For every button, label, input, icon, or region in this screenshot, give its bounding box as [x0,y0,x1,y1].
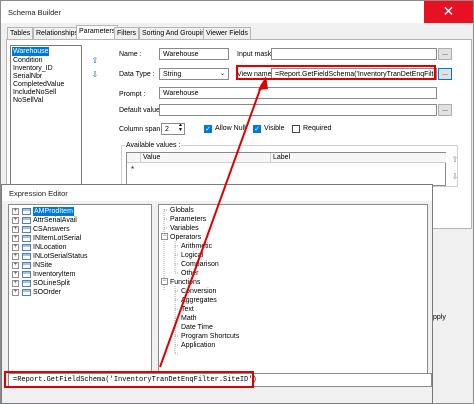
tree-item-csanswers[interactable]: CSAnswers [33,225,70,234]
allow-null-label: Allow Null [215,125,246,132]
tree-item-amproditem[interactable]: AMProdItem [33,207,74,216]
move-up-icon[interactable]: ⇧ [89,55,101,67]
expand-icon[interactable]: + [12,235,19,242]
value-up-icon[interactable]: ⇧ [449,154,461,166]
tree-item-operators[interactable]: Operators [170,233,201,242]
expand-icon[interactable]: + [12,208,19,215]
grid-corner [127,153,141,163]
default-value-label: Default value : [119,107,164,114]
functions-tree[interactable]: − − Globals Parameters Variables Operato… [158,204,428,378]
tables-tree[interactable]: + AMProdItem + AttrSerialAvail + CSAnswe… [8,204,152,378]
tree-item-application[interactable]: Application [181,341,215,350]
default-value-browse-button[interactable]: ... [438,104,452,116]
name-label: Name : [119,51,142,58]
expand-icon[interactable]: + [12,217,19,224]
spin-arrows-icon[interactable]: ▲ ▼ [178,124,183,133]
column-span-value: 2 [165,126,169,133]
expand-icon[interactable]: + [12,226,19,233]
tree-item-aggregates[interactable]: Aggregates [181,296,217,305]
prompt-label: Prompt : [119,91,146,98]
prompt-input[interactable]: Warehouse [159,87,437,99]
tab-parameters[interactable]: Parameters [76,25,119,40]
tree-item-math[interactable]: Math [181,314,197,323]
tree-item-text[interactable]: Text [181,305,194,314]
available-values-label: Available values : [125,142,182,149]
tree-item-date-time[interactable]: Date Time [181,323,213,332]
table-icon [22,217,31,224]
parameter-list[interactable]: Warehouse Condition Inventory_ID SerialN… [10,45,82,185]
table-icon [22,280,31,287]
data-type-value: String [163,71,182,78]
column-span-stepper[interactable]: 2 ▲ ▼ [161,123,185,135]
table-icon [22,226,31,233]
table-icon [22,262,31,269]
data-type-label: Data Type : [119,71,155,78]
expression-editor-title: Expression Editor [9,189,68,198]
tree-item-inventoryitem[interactable]: InventoryItem [33,270,75,279]
tree-item-solinesplit[interactable]: SOLineSplit [33,279,70,288]
label-column-header[interactable]: Label [271,153,446,163]
schema-builder-titlebar: Schema Builder ✕ [1,1,473,23]
annotation-highlight-expression [4,371,254,388]
tree-item-inlotserialstatus[interactable]: INLotSerialStatus [33,252,87,261]
table-icon [22,253,31,260]
tree-item-initemlotserial[interactable]: INItemLotSerial [33,234,81,243]
tree-item-parameters[interactable]: Parameters [170,215,206,224]
view-name-browse-button[interactable]: ... [438,68,452,80]
close-button[interactable]: ✕ [424,1,473,23]
data-type-select[interactable]: String ⌄ [159,68,229,80]
table-icon [22,208,31,215]
annotation-highlight-view-name [236,65,436,80]
visible-checkbox[interactable]: ✓ [253,125,261,133]
required-label: Required [303,125,332,132]
tree-item-comparison[interactable]: Comparison [181,260,219,269]
tree-item-insite[interactable]: INSite [33,261,52,270]
expand-icon[interactable]: + [12,280,19,287]
expand-icon[interactable]: + [12,253,19,260]
input-mask-browse-button[interactable]: ... [438,48,452,60]
tree-item-program-shortcuts[interactable]: Program Shortcuts [181,332,239,341]
allow-null-checkbox[interactable]: ✓ [204,125,212,133]
available-values-grid[interactable]: Value Label * [126,152,446,186]
tree-item-logical[interactable]: Logical [181,251,203,260]
expression-editor-titlebar: Expression Editor [2,185,432,201]
table-icon [22,235,31,242]
expand-icon[interactable]: + [12,262,19,269]
tree-item-arithmetic[interactable]: Arithmetic [181,242,212,251]
move-down-icon[interactable]: ⇩ [89,69,101,81]
tree-item-attrserialavail[interactable]: AttrSerialAvail [33,216,77,225]
input-mask-label: Input mask : [237,51,276,58]
table-icon [22,244,31,251]
value-down-icon[interactable]: ⇩ [449,171,461,183]
collapse-icon[interactable]: − [161,278,168,285]
required-checkbox[interactable] [292,125,300,133]
default-value-input[interactable] [159,104,437,116]
apply-button[interactable]: pply [433,312,451,324]
value-column-header[interactable]: Value [141,153,271,163]
new-row-marker: * [131,165,135,174]
list-item[interactable]: Warehouse [12,47,49,56]
tree-item-soorder[interactable]: SOOrder [33,288,61,297]
name-input[interactable]: Warehouse [159,48,229,60]
expand-icon[interactable]: + [12,244,19,251]
collapse-icon[interactable]: − [161,233,168,240]
table-icon [22,271,31,278]
tree-item-conversion[interactable]: Conversion [181,287,216,296]
chevron-down-icon: ⌄ [219,71,225,77]
visible-label: Visible [264,125,285,132]
tree-item-variables[interactable]: Variables [170,224,199,233]
column-span-label: Column span : [119,126,165,133]
expand-icon[interactable]: + [12,289,19,296]
expand-icon[interactable]: + [12,271,19,278]
tree-item-other[interactable]: Other [181,269,199,278]
list-item[interactable]: NoSellVal [12,96,43,105]
tree-item-functions[interactable]: Functions [170,278,200,287]
window-title: Schema Builder [8,8,61,17]
table-icon [22,289,31,296]
tree-item-inlocation[interactable]: INLocation [33,243,66,252]
tree-item-globals[interactable]: Globals [170,206,194,215]
input-mask-input[interactable] [271,48,437,60]
tab-strip: Tables Relationships Parameters Filters … [1,25,474,40]
